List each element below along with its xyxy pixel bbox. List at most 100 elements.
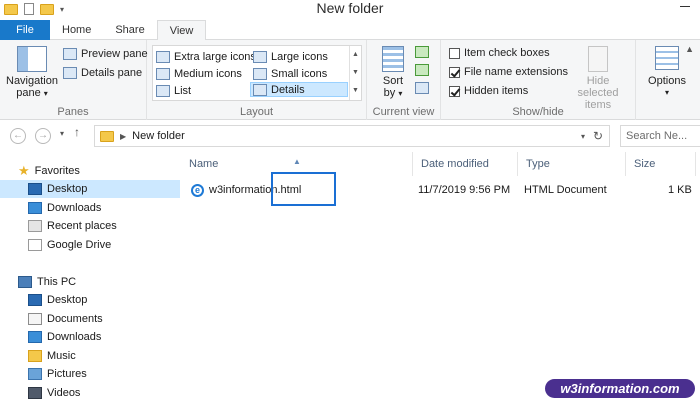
breadcrumb-current[interactable]: New folder — [132, 130, 185, 142]
hidden-items-toggle[interactable]: Hidden items — [449, 83, 528, 99]
nav-item-recent-places[interactable]: Recent places — [0, 217, 180, 235]
back-button[interactable]: ← — [10, 128, 26, 144]
up-arrow-icon[interactable]: ↑ — [74, 125, 80, 139]
nav-item-pictures[interactable]: Pictures — [0, 365, 180, 383]
desktop-icon — [28, 294, 42, 306]
nav-item-videos[interactable]: Videos — [0, 384, 180, 400]
html-file-icon: e — [191, 183, 204, 197]
nav-item-label: Pictures — [47, 368, 87, 380]
options-label: Options — [648, 75, 686, 87]
this-pc-icon — [18, 276, 32, 288]
tab-share[interactable]: Share — [103, 20, 156, 40]
nav-item-music[interactable]: Music — [0, 347, 180, 365]
layout-list[interactable]: List — [156, 83, 191, 98]
layout-details[interactable]: Details — [250, 82, 348, 97]
minimize-button[interactable] — [678, 0, 692, 14]
layout-item-label: Large icons — [271, 50, 328, 63]
breadcrumb-chevron-icon[interactable]: ▶ — [120, 132, 126, 141]
ribbon: ▲ Navigation pane ▾ Preview pane Details… — [0, 40, 700, 120]
nav-item-downloads[interactable]: Downloads — [0, 199, 180, 217]
desktop-icon — [28, 183, 42, 195]
layout-gallery: Extra large icons Large icons Medium ico… — [152, 45, 362, 101]
nav-item-label: Desktop — [47, 294, 88, 306]
options-dropdown-icon: ▾ — [664, 88, 669, 97]
refresh-icon[interactable]: ↻ — [593, 129, 603, 143]
layout-item-label: Medium icons — [174, 67, 242, 80]
layout-scroll[interactable]: ▲ ▼ ▼ — [349, 46, 361, 100]
file-type-cell: HTML Document — [524, 184, 607, 196]
nav-item-label: Music — [47, 350, 76, 362]
navigation-pane-button[interactable]: Navigation pane ▾ — [4, 46, 60, 100]
watermark: w3information.com — [545, 379, 695, 398]
title-bar: ▾ New folder — [0, 0, 700, 22]
small-icons-icon — [253, 67, 267, 80]
nav-item-label: Downloads — [47, 331, 102, 343]
sort-by-button[interactable]: Sort by ▾ — [375, 46, 411, 100]
expand-icon[interactable]: ▼ — [350, 82, 361, 100]
address-bar[interactable]: ▶ New folder ▾ ↻ — [94, 125, 610, 147]
file-row[interactable]: e w3information.html 11/7/2019 9:56 PM HT… — [181, 180, 700, 200]
details-pane-button[interactable]: Details pane — [63, 65, 142, 81]
file-date-cell: 11/7/2019 9:56 PM — [418, 184, 511, 196]
preview-pane-button[interactable]: Preview pane — [63, 46, 148, 62]
item-check-boxes-label: Item check boxes — [464, 47, 550, 59]
nav-item-desktop[interactable]: Desktop — [0, 180, 180, 198]
layout-item-label: Small icons — [271, 67, 328, 80]
layout-small-icons[interactable]: Small icons — [253, 66, 327, 81]
address-row: ← → ▾ ↑ ▶ New folder ▾ ↻ Search Ne... — [0, 121, 700, 151]
nav-item-google-drive[interactable]: Google Drive — [0, 236, 180, 254]
hide-selected-icon — [588, 46, 608, 72]
column-header-size[interactable]: Size — [626, 152, 696, 176]
tab-file[interactable]: File — [0, 20, 50, 40]
nav-item-label: Google Drive — [47, 239, 112, 251]
sort-label: Sort — [382, 75, 404, 87]
file-name-extensions-toggle[interactable]: File name extensions — [449, 64, 568, 80]
nav-item-documents[interactable]: Documents — [0, 310, 180, 328]
tab-home[interactable]: Home — [50, 20, 103, 40]
add-columns-icon[interactable] — [415, 64, 429, 76]
current-view-group-label: Current view — [372, 106, 435, 118]
list-icon — [156, 84, 170, 97]
medium-icons-icon — [156, 67, 170, 80]
item-check-boxes-toggle[interactable]: Item check boxes — [449, 45, 550, 61]
options-button[interactable]: Options ▾ — [642, 46, 692, 99]
nav-item-label: Videos — [47, 387, 81, 399]
nav-favorites[interactable]: ★ Favorites — [0, 162, 180, 180]
item-check-boxes-checkbox[interactable] — [449, 47, 460, 59]
scroll-up-icon[interactable]: ▲ — [350, 46, 361, 64]
column-label: Size — [634, 158, 656, 170]
recent-locations-icon[interactable]: ▾ — [60, 129, 64, 138]
favorites-star-icon: ★ — [18, 163, 30, 178]
pictures-icon — [28, 368, 42, 380]
layout-medium-icons[interactable]: Medium icons — [156, 66, 242, 81]
file-size-cell: 1 KB — [668, 184, 692, 196]
hide-selected-items-button[interactable]: Hide selected items — [565, 46, 631, 111]
file-name-extensions-checkbox[interactable] — [449, 66, 460, 78]
nav-this-pc[interactable]: This PC — [0, 273, 180, 291]
address-dropdown-icon[interactable]: ▾ — [581, 132, 585, 141]
details-icon — [253, 83, 267, 96]
nav-item-pc-downloads[interactable]: Downloads — [0, 328, 180, 346]
column-header-date-modified[interactable]: Date modified — [413, 152, 518, 176]
downloads-icon — [28, 202, 42, 214]
hide-selected-label: Hide selected — [577, 75, 619, 99]
preview-pane-icon — [63, 48, 77, 60]
search-input[interactable]: Search Ne... — [620, 125, 700, 147]
navigation-pane: ★ Favorites Desktop Downloads Recent pla… — [0, 152, 180, 400]
tab-view[interactable]: View — [156, 20, 207, 41]
layout-large-icons[interactable]: Large icons — [253, 49, 328, 64]
layout-extra-large-icons[interactable]: Extra large icons — [156, 49, 256, 64]
scroll-down-icon[interactable]: ▼ — [350, 64, 361, 82]
sort-ascending-icon: ▲ — [293, 157, 301, 166]
sort-label-2: by — [383, 87, 396, 99]
show-hide-group-label: Show/hide — [512, 106, 564, 118]
forward-button[interactable]: → — [35, 128, 51, 144]
extension-highlight-box — [271, 172, 336, 206]
nav-item-pc-desktop[interactable]: Desktop — [0, 291, 180, 309]
column-header-type[interactable]: Type — [518, 152, 626, 176]
size-columns-icon[interactable] — [415, 82, 429, 94]
nav-item-label: Downloads — [47, 202, 102, 214]
group-by-icon[interactable] — [415, 46, 429, 58]
hidden-items-checkbox[interactable] — [449, 85, 460, 97]
layout-item-label: List — [174, 84, 192, 97]
